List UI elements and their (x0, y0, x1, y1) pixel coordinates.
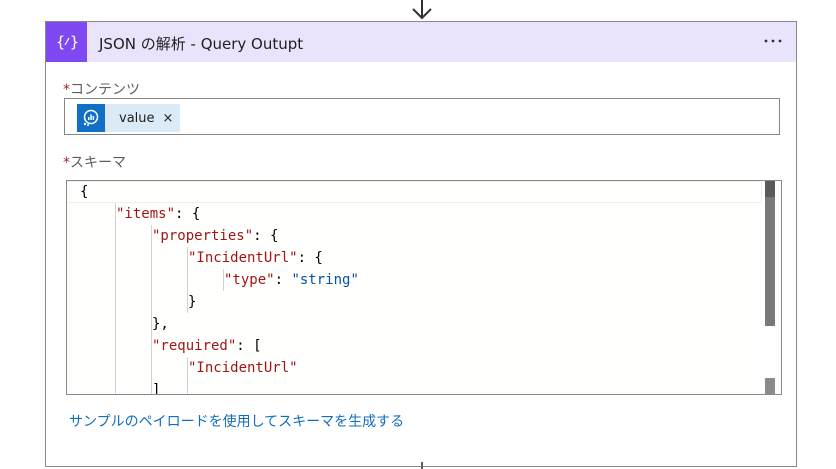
code-line: "required": [ (152, 338, 262, 354)
log-analytics-icon (77, 104, 105, 132)
action-title[interactable]: JSON の解析 - Query Outupt (99, 33, 303, 54)
code-line: "IncidentUrl": { (188, 250, 323, 266)
editor-vertical-scrollbar[interactable] (763, 181, 781, 394)
code-line: }, (152, 316, 169, 332)
json-line-required-item: "IncidentUrl" (188, 360, 298, 376)
connector-arrow-down-icon (412, 0, 432, 20)
parse-json-action-card: { } JSON の解析 - Query Outupt *コンテンツ value… (45, 21, 797, 467)
data-operation-icon: { } (46, 22, 87, 62)
token-label: value (119, 110, 155, 126)
generate-schema-from-sample-link[interactable]: サンプルのペイロードを使用してスキーマを生成する (69, 411, 404, 431)
action-card-header[interactable]: { } JSON の解析 - Query Outupt (46, 22, 796, 62)
scrollbar-cursor-marker (765, 181, 775, 197)
required-mark: * (63, 155, 70, 171)
scrollbar-bottom-marker (765, 378, 775, 394)
content-label-text: コンテンツ (70, 82, 140, 98)
code-line: "items": { (116, 206, 201, 222)
indent-guide (115, 203, 116, 394)
code-line: "properties": { (152, 228, 279, 244)
code-line: ] (152, 382, 161, 395)
current-line-highlight (67, 181, 762, 203)
more-options-button[interactable] (762, 30, 784, 52)
schema-field-label: *スキーマ (63, 152, 126, 172)
json-line-required: "required" (152, 338, 237, 354)
svg-text:{: { (56, 33, 65, 51)
schema-label-text: スキーマ (70, 155, 126, 171)
json-line-properties: "properties" (152, 228, 254, 244)
svg-text:}: } (70, 33, 79, 51)
ellipsis-icon (764, 39, 782, 43)
indent-guide (151, 225, 152, 394)
json-line-type: "type": "string" (224, 272, 359, 288)
remove-token-button[interactable]: × (163, 111, 174, 126)
connector-line (421, 462, 423, 469)
code-line: "IncidentUrl" (188, 357, 298, 379)
schema-code-editor[interactable]: { "items": { "properties": { "IncidentUr… (66, 180, 782, 395)
json-line-items: "items" (116, 206, 176, 222)
json-line-incidenturl: "IncidentUrl" (188, 250, 298, 266)
content-input[interactable]: value × (64, 98, 780, 135)
dynamic-content-token[interactable]: value × (77, 104, 180, 132)
code-line: } (188, 294, 197, 310)
scrollbar-thumb[interactable] (765, 181, 775, 326)
code-line: "type": "string" (224, 269, 359, 291)
required-mark: * (63, 82, 70, 98)
code-line: { (80, 184, 89, 200)
content-field-label: *コンテンツ (63, 79, 140, 99)
